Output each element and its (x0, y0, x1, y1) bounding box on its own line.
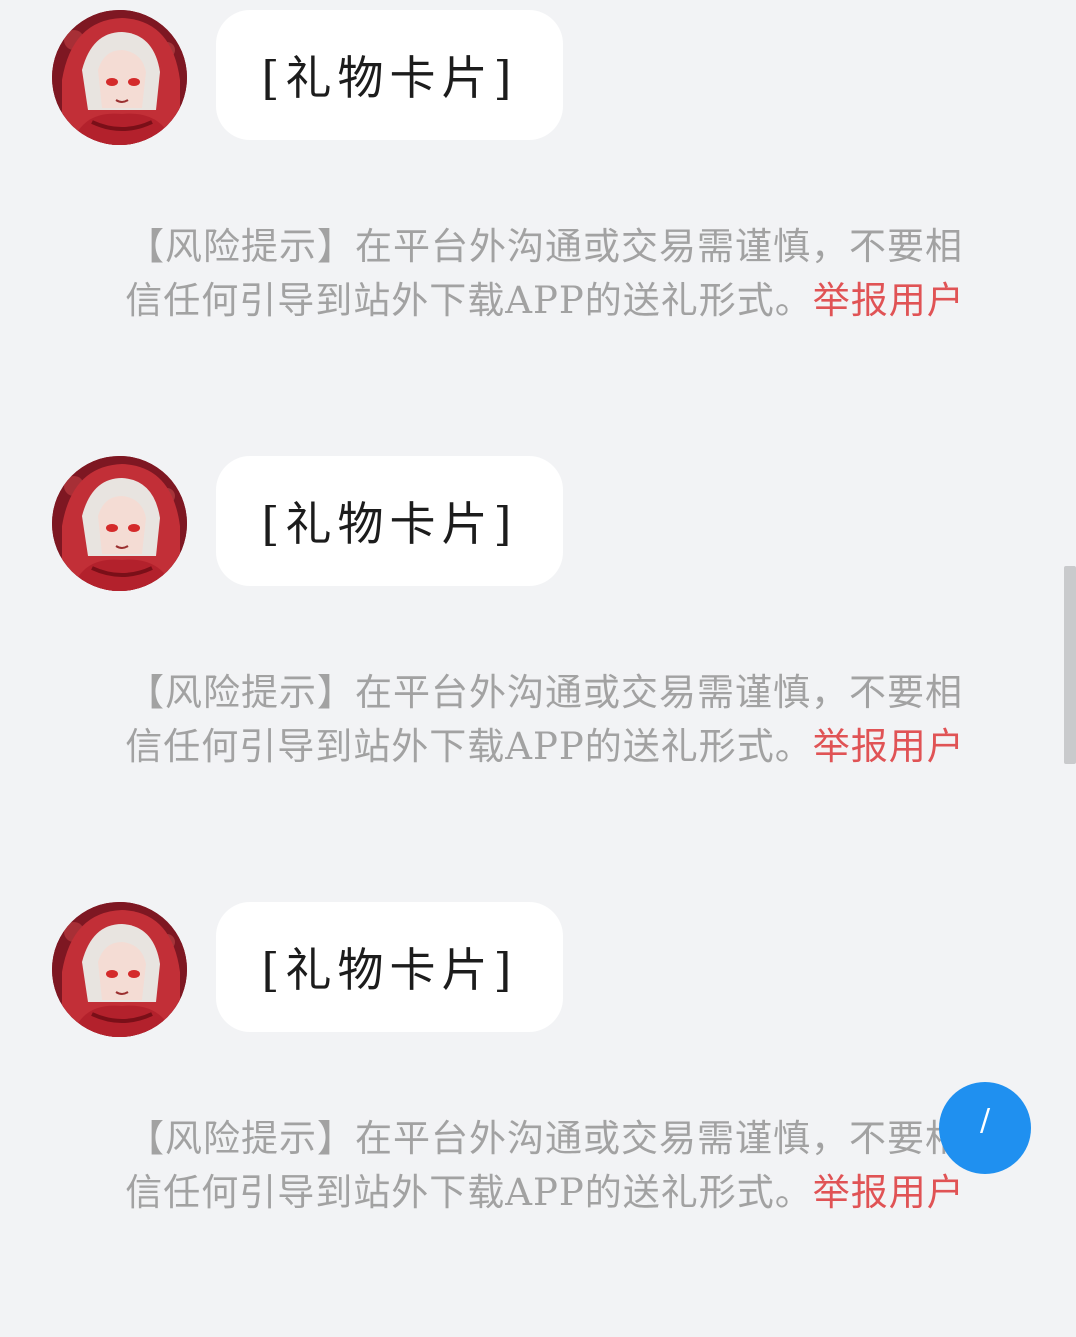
risk-warning: 【风险提示】在平台外沟通或交易需谨慎，不要相信任何引导到站外下载APP的送礼形式… (120, 1112, 970, 1220)
message-block: [礼物卡片] 【风险提示】在平台外沟通或交易需谨慎，不要相信任何引导到站外下载A… (0, 892, 1076, 1337)
gift-card-label: [礼物卡片] (261, 497, 518, 551)
gift-card-bubble[interactable]: [礼物卡片] (216, 902, 563, 1032)
risk-warning: 【风险提示】在平台外沟通或交易需谨慎，不要相信任何引导到站外下载APP的送礼形式… (120, 220, 970, 328)
risk-warning: 【风险提示】在平台外沟通或交易需谨慎，不要相信任何引导到站外下载APP的送礼形式… (120, 666, 970, 774)
avatar[interactable] (52, 456, 187, 591)
message-block: [礼物卡片] 【风险提示】在平台外沟通或交易需谨慎，不要相信任何引导到站外下载A… (0, 446, 1076, 891)
scrollbar[interactable] (1064, 566, 1076, 764)
report-user-link[interactable]: 举报用户 (813, 725, 965, 768)
avatar-image (52, 902, 187, 1037)
report-user-link[interactable]: 举报用户 (813, 279, 965, 322)
message-block: [礼物卡片] 【风险提示】在平台外沟通或交易需谨慎，不要相信任何引导到站外下载A… (0, 0, 1076, 445)
report-user-link[interactable]: 举报用户 (813, 1171, 965, 1214)
gift-card-label: [礼物卡片] (261, 51, 518, 105)
gift-card-bubble[interactable]: [礼物卡片] (216, 456, 563, 586)
avatar-image (52, 10, 187, 145)
chat-area[interactable]: [礼物卡片] 【风险提示】在平台外沟通或交易需谨慎，不要相信任何引导到站外下载A… (0, 0, 1076, 1214)
avatar-image (52, 456, 187, 591)
avatar[interactable] (52, 902, 187, 1037)
pen-icon: / (979, 1103, 991, 1138)
avatar[interactable] (52, 10, 187, 145)
floating-action-button[interactable]: / (939, 1082, 1031, 1174)
gift-card-label: [礼物卡片] (261, 943, 518, 997)
gift-card-bubble[interactable]: [礼物卡片] (216, 10, 563, 140)
